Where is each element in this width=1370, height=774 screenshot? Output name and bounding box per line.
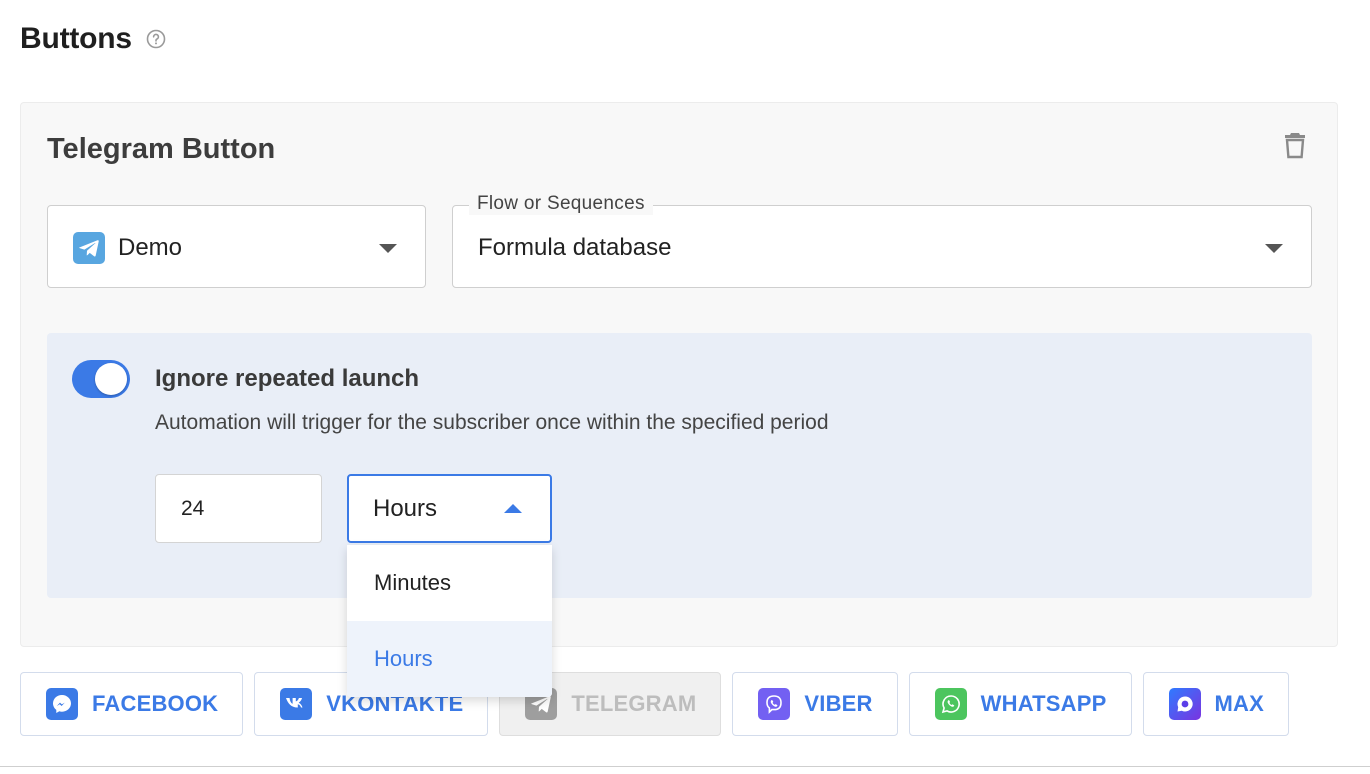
channel-label: FACEBOOK <box>92 691 219 716</box>
flow-select[interactable]: Flow or Sequences Formula database <box>452 193 1312 288</box>
section-title: Buttons <box>20 22 132 55</box>
vk-icon <box>280 688 313 720</box>
repeat-launch-panel: Ignore repeated launch Automation will t… <box>47 333 1312 598</box>
channel-label: MAX <box>1214 691 1264 716</box>
channel-label: VIBER <box>804 691 873 716</box>
viber-icon <box>758 688 791 720</box>
option-hours[interactable]: Hours <box>347 621 552 697</box>
max-channel-button[interactable]: MAX <box>1142 672 1289 736</box>
repeat-description: Automation will trigger for the subscrib… <box>155 411 829 434</box>
telegram-button-card: Telegram Button Demo Flow or Sequences F… <box>20 102 1338 647</box>
toggle-knob <box>95 363 127 395</box>
period-unit-select[interactable]: Hours <box>347 474 552 543</box>
channel-label: TELEGRAM <box>571 691 697 716</box>
max-icon <box>1168 688 1201 720</box>
bot-select-value: Demo <box>118 234 183 261</box>
repeat-title: Ignore repeated launch <box>155 365 420 392</box>
chevron-down-icon <box>1265 243 1283 253</box>
flow-select-label: Flow or Sequences <box>469 193 653 215</box>
card-title: Telegram Button <box>47 133 276 165</box>
messenger-icon <box>46 688 78 720</box>
delete-icon[interactable] <box>1283 131 1307 159</box>
channel-label: WHATSAPP <box>980 691 1107 716</box>
chevron-down-icon <box>379 243 397 253</box>
bot-select[interactable]: Demo <box>47 205 426 288</box>
ignore-repeat-toggle[interactable] <box>72 360 130 398</box>
chevron-up-icon <box>504 504 522 513</box>
facebook-channel-button[interactable]: FACEBOOK <box>20 672 244 736</box>
telegram-icon <box>73 232 105 264</box>
flow-select-value: Formula database <box>478 234 672 261</box>
viber-channel-button[interactable]: VIBER <box>732 672 898 736</box>
whatsapp-channel-button[interactable]: WHATSAPP <box>908 672 1132 736</box>
help-icon[interactable] <box>146 29 166 49</box>
whatsapp-icon <box>934 688 967 720</box>
bottom-divider <box>0 766 1370 767</box>
period-amount-input[interactable] <box>155 474 322 543</box>
option-minutes[interactable]: Minutes <box>347 545 552 621</box>
period-unit-dropdown: Minutes Hours <box>347 545 552 697</box>
channel-buttons: FACEBOOK VKONTAKTE TELEGRAM VIBER WHATSA… <box>20 672 1289 736</box>
period-unit-value: Hours <box>373 495 438 522</box>
section-header: Buttons <box>20 22 166 56</box>
